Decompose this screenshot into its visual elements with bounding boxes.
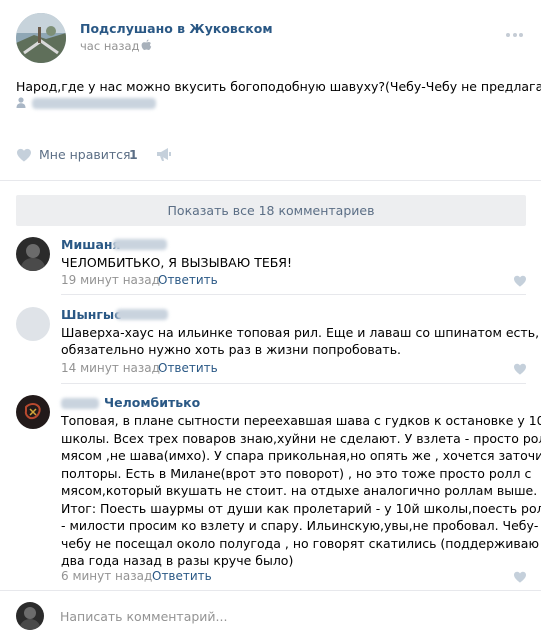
heart-icon[interactable] — [16, 148, 32, 162]
comment-text: Итог: Поесть шаурмы от души как пролетар… — [61, 500, 541, 516]
post-text: Народ,где у нас можно вкусить богоподобн… — [16, 79, 541, 94]
group-name[interactable]: Подслушано в Жуковском — [80, 21, 273, 36]
divider — [0, 590, 541, 591]
comment-time[interactable]: 6 минут назад — [61, 569, 152, 583]
divider — [0, 180, 541, 181]
divider — [61, 383, 526, 384]
comment-author-surname[interactable] — [116, 309, 168, 324]
comment-time[interactable]: 19 минут назад — [61, 273, 160, 287]
current-user-avatar[interactable] — [16, 602, 44, 630]
like-button[interactable]: Мне нравится — [39, 147, 131, 162]
post-signer-name[interactable] — [32, 98, 156, 113]
like-count: 1 — [129, 147, 138, 162]
comment-author-surname[interactable] — [61, 398, 99, 413]
post-time[interactable]: час назад — [80, 39, 140, 53]
comment-author[interactable]: Мишаня — [61, 237, 121, 252]
group-avatar[interactable] — [16, 13, 66, 63]
comment-avatar[interactable] — [16, 307, 50, 341]
comment-avatar[interactable] — [16, 395, 50, 429]
reply-button[interactable]: Ответить — [152, 569, 212, 583]
user-icon — [16, 97, 26, 108]
more-icon[interactable] — [506, 26, 526, 37]
comment-author-surname[interactable] — [113, 239, 167, 254]
comment-text: - милости просим ко взлету и спару. Ильи… — [61, 518, 539, 533]
comment-input[interactable] — [60, 606, 520, 626]
comment-heart-icon[interactable] — [513, 275, 527, 287]
comment-heart-icon[interactable] — [513, 571, 527, 583]
comment-text: Шаверха-хаус на ильинке топовая рил. Еще… — [61, 325, 540, 340]
show-all-comments-button[interactable]: Показать все 18 комментариев — [16, 195, 526, 226]
comment-text: мясом,который вкушать не стоит. на отдых… — [61, 483, 538, 498]
apple-icon — [141, 39, 152, 51]
comment-text: обязательно нужно хоть раз в жизни попро… — [61, 342, 402, 357]
comment-text: школы. Всех трех поваров знаю,хуйни не с… — [61, 430, 541, 446]
comment-avatar[interactable] — [16, 237, 50, 271]
comment-text: полторы. Есть в Милане(врот это поворот)… — [61, 465, 532, 481]
comment-text: два года назад в разы круче было) — [61, 553, 294, 568]
comment-time[interactable]: 14 минут назад — [61, 361, 160, 375]
reply-button[interactable]: Ответить — [158, 273, 218, 287]
comment-text: Топовая, в плане сытности переехавшая ша… — [61, 413, 541, 428]
comment-text: чебу не посещал около полугода , но гово… — [61, 535, 541, 551]
reply-button[interactable]: Ответить — [158, 361, 218, 375]
comment-author[interactable]: Челомбитько — [104, 395, 200, 410]
comment-heart-icon[interactable] — [513, 363, 527, 375]
comment-text: мясом ,не шава(имхо). У спара прикольная… — [61, 448, 541, 463]
comment-text: ЧЕЛОМБИТЬКО, Я ВЫЗЫВАЮ ТЕБЯ! — [61, 255, 292, 270]
megaphone-share-icon[interactable] — [156, 147, 172, 162]
comment-author[interactable]: Шынгыс — [61, 307, 122, 322]
divider — [61, 294, 526, 295]
